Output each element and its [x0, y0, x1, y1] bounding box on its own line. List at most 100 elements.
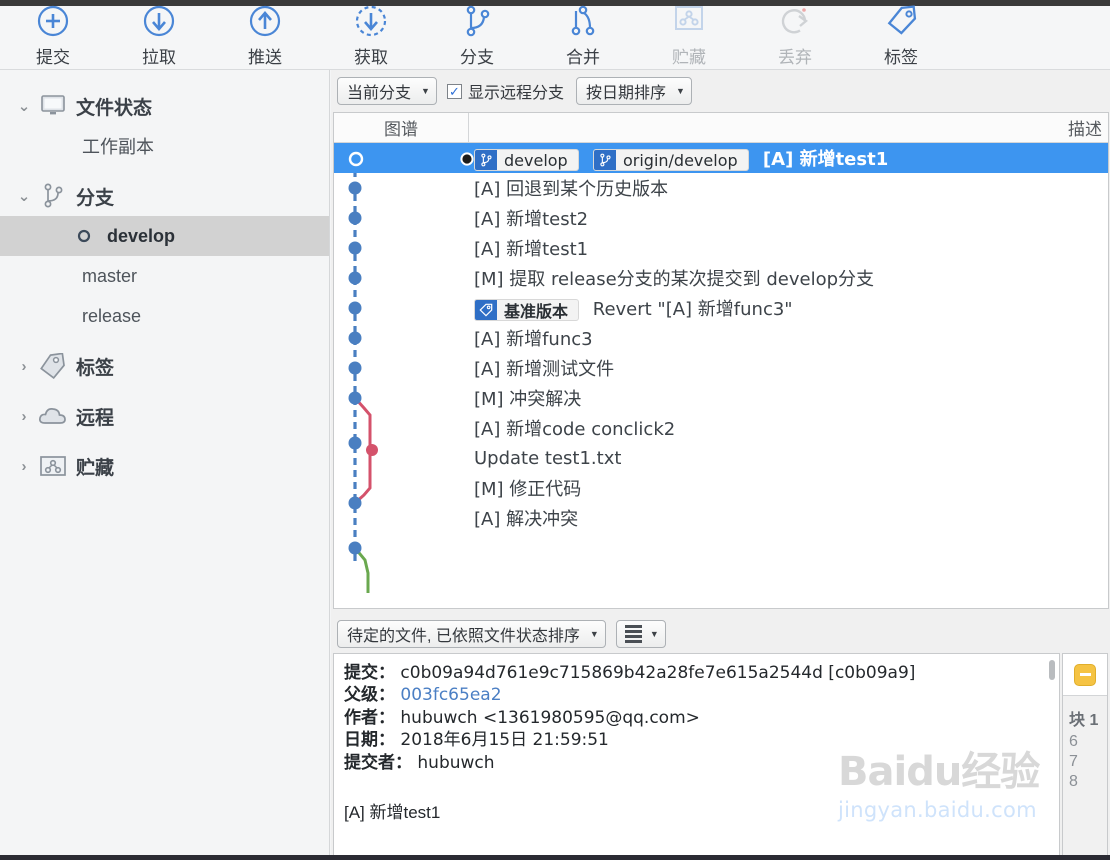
table-row[interactable]: [A] 新增test1 [334, 233, 1108, 263]
checkbox-mark: ✓ [446, 83, 462, 99]
commit-message: [A] 解决冲突 [474, 509, 579, 530]
toolbar-button-push[interactable]: 推送 [212, 5, 318, 70]
diff-line-number: 7 [1069, 753, 1078, 770]
table-row[interactable]: [A] 新增test2 [334, 203, 1108, 233]
toolbar-label: 贮藏 [672, 48, 706, 68]
sort-order-dropdown[interactable]: 按日期排序 ▼ [575, 77, 692, 105]
badge-label: develop [504, 150, 568, 170]
pending-files-dropdown[interactable]: 待定的文件, 已依照文件状态排序 ▼ [337, 620, 606, 648]
parent-line: 父级： 003fc65ea2 [344, 684, 1049, 706]
commit-message: [A] 新增func3 [474, 329, 593, 350]
show-remote-branches-label: 显示远程分支 [467, 85, 564, 102]
sidebar-item-branch-release[interactable]: release [0, 296, 329, 336]
toolbar-button-tag[interactable]: 标签 [848, 5, 954, 70]
sidebar-section-remotes[interactable]: › 远程 [0, 396, 329, 436]
table-row[interactable]: [A] 回退到某个历史版本 [334, 173, 1108, 203]
diff-line-number: 8 [1069, 773, 1078, 790]
chevron-down-icon: ▼ [589, 629, 599, 639]
toolbar-button-branch[interactable]: 分支 [424, 5, 530, 70]
sidebar-item-branch-master[interactable]: master [0, 256, 329, 296]
chevron-down-icon: ▼ [421, 86, 430, 96]
table-row[interactable]: [A] 新增code conclick2 [334, 413, 1108, 443]
toolbar-button-merge[interactable]: 合并 [530, 5, 636, 70]
badge-label: origin/develop [622, 150, 738, 170]
commit-dot-icon [460, 152, 474, 166]
tag-icon [34, 353, 72, 379]
stash-icon [669, 6, 709, 44]
sidebar-item-working-copy[interactable]: 工作副本 [0, 126, 329, 166]
show-remote-branches-checkbox[interactable]: ✓ 显示远程分支 [446, 79, 564, 103]
toolbar-button-commit[interactable]: 提交 [0, 5, 106, 70]
table-row[interactable]: [M] 修正代码 [334, 473, 1108, 503]
parent-value[interactable]: 003fc65ea2 [400, 685, 501, 705]
file-list-toolbar: 待定的文件, 已依照文件状态排序 ▼ ▼ [333, 615, 1109, 653]
toolbar-button-fetch[interactable]: 获取 [318, 5, 424, 70]
badge-label: 基准版本 [504, 302, 569, 321]
commit-message: [A] 回退到某个历史版本 [474, 179, 669, 200]
diff-line-number: 6 [1069, 733, 1078, 750]
toolbar-button-pull[interactable]: 拉取 [106, 5, 212, 70]
chevron-right-icon[interactable]: › [14, 408, 34, 425]
fetch-icon [351, 5, 391, 44]
table-row[interactable]: Update test1.txt [334, 443, 1108, 473]
tag-icon [475, 300, 497, 320]
column-header-description[interactable]: 描述 [469, 113, 1108, 143]
pull-down-icon [139, 5, 179, 44]
tag-badge[interactable]: 基准版本 [474, 299, 580, 321]
commit-message: Update test1.txt [474, 447, 622, 469]
commit-history-table: 图谱 描述 develop origin/develop [A] 新增test1… [333, 112, 1109, 609]
commit-message: [A] 新增test2 [474, 209, 589, 230]
sidebar-section-stashes[interactable]: › 贮藏 [0, 446, 329, 486]
window-bottom-strip [0, 855, 1110, 860]
branch-filter-dropdown[interactable]: 当前分支 ▼ [337, 77, 437, 105]
commit-dot-icon [65, 228, 103, 244]
commit-message: [M] 提取 release分支的某次提交到 develop分支 [474, 269, 875, 290]
chevron-right-icon[interactable]: › [14, 358, 34, 375]
author-line: 作者： hubuwch <1361980595@qq.com> [344, 707, 1049, 729]
sidebar-item-label: 远程 [76, 407, 115, 429]
parent-key: 父级： [344, 685, 395, 706]
sidebar-section-file-status[interactable]: ⌄ 文件状态 [0, 86, 329, 126]
view-mode-dropdown[interactable]: ▼ [615, 620, 666, 648]
main-panel: 当前分支 ▼ ✓ 显示远程分支 按日期排序 ▼ 图谱 描述 develop or… [331, 70, 1110, 860]
table-row[interactable]: [A] 新增测试文件 [334, 353, 1108, 383]
toolbar-button-stash[interactable]: 贮藏 [636, 6, 742, 70]
toolbar-label: 拉取 [142, 48, 176, 68]
sidebar-section-branches[interactable]: ⌄ 分支 [0, 176, 329, 216]
sidebar-item-label: 文件状态 [76, 97, 153, 119]
commit-message: [M] 修正代码 [474, 479, 582, 500]
branch-icon [475, 150, 497, 170]
column-header-graph[interactable]: 图谱 [334, 112, 469, 143]
table-row[interactable]: [M] 冲突解决 [334, 383, 1108, 413]
commit-message: [M] 冲突解决 [474, 389, 582, 410]
sourcetree-window: 提交 拉取 推送 获取 分支 合并 贮藏 丢弃 标签 ⌄ 文件状态 工作副本 ⌄… [0, 0, 1110, 860]
chevron-right-icon[interactable]: › [14, 458, 34, 475]
table-row[interactable]: develop origin/develop [A] 新增test1 [334, 143, 1108, 173]
sidebar-item-label: 标签 [76, 357, 115, 379]
commit-hash-value: c0b09a94d761e9c715869b42a28fe7e615a2544d… [400, 663, 916, 683]
table-row[interactable]: [A] 新增func3 [334, 323, 1108, 353]
sidebar-section-tags[interactable]: › 标签 [0, 346, 329, 386]
author-value: hubuwch <1361980595@qq.com> [400, 707, 700, 728]
table-row[interactable]: [A] 解决冲突 [334, 503, 1108, 533]
branch-icon [593, 150, 616, 170]
diff-pane: 块 1 6 7 8 9 [1062, 653, 1108, 860]
branch-badge[interactable]: develop [474, 149, 579, 171]
committer-value: hubuwch [417, 752, 495, 773]
hunk-label: 块 1 [1069, 712, 1099, 729]
sidebar-item-label: 分支 [76, 187, 115, 209]
branch-badge[interactable]: origin/develop [592, 149, 749, 171]
chevron-down-icon[interactable]: ⌄ [14, 187, 34, 205]
history-filter-bar: 当前分支 ▼ ✓ 显示远程分支 按日期排序 ▼ [331, 70, 1110, 112]
toolbar-button-discard[interactable]: 丢弃 [742, 6, 848, 70]
monitor-icon [34, 94, 72, 118]
sidebar-item-branch-develop[interactable]: develop [0, 216, 329, 256]
toolbar-label: 提交 [36, 48, 70, 68]
table-row[interactable]: [M] 提取 release分支的某次提交到 develop分支 [334, 263, 1108, 293]
cloud-icon [34, 405, 72, 427]
chevron-down-icon[interactable]: ⌄ [14, 97, 34, 115]
commit-plus-icon [33, 5, 73, 44]
table-row[interactable]: 基准版本 Revert "[A] 新增func3" [334, 293, 1108, 323]
commit-hash-key: 提交： [344, 663, 395, 683]
branch-icon [457, 5, 497, 44]
